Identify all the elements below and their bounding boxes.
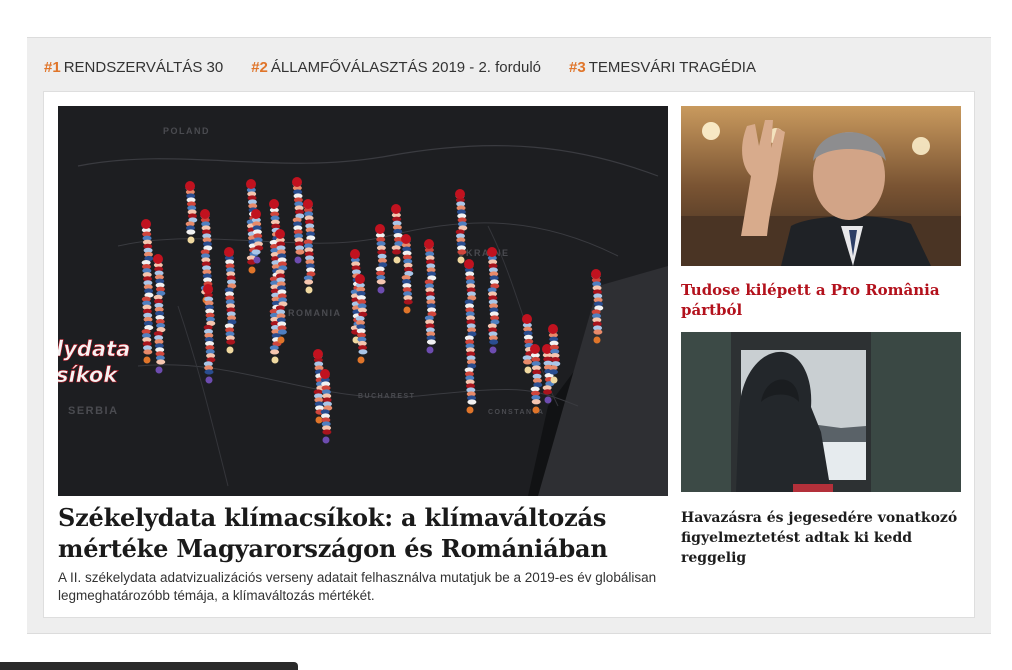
stripe-disc: [295, 249, 305, 255]
image-overlay-line2: síkok: [58, 363, 119, 387]
stripe-disc: [523, 359, 532, 365]
stripe-top: [591, 269, 601, 279]
stripe-disc: [593, 329, 603, 335]
trending-link-2[interactable]: #2 ÁLLAMFŐVÁLASZTÁS 2019 - 2. forduló: [251, 59, 541, 76]
featured-panel: #1 RENDSZERVÁLTÁS 30 #2 ÁLLAMFŐVÁLASZTÁS 2…: [27, 37, 991, 634]
stripe-disc: [304, 279, 314, 285]
stripe-disc: [549, 369, 558, 375]
main-article-image[interactable]: POLAND UKRAINE ROMANIA SERBIA BUCHAREST …: [58, 106, 668, 496]
stripe-top: [401, 234, 411, 244]
stripe-base: [155, 366, 163, 374]
stripe-disc: [251, 249, 261, 255]
stripe-disc: [226, 339, 236, 345]
map-label-poland: POLAND: [163, 126, 210, 136]
stripe-top: [355, 274, 365, 284]
stripe-top: [153, 254, 163, 264]
stripe-top: [320, 369, 330, 379]
stripe-base: [248, 266, 256, 274]
stripe-top: [200, 209, 210, 219]
main-article-lead: A II. székelydata adatvizualizációs vers…: [58, 570, 657, 603]
stripe-base: [544, 396, 552, 404]
stripe-disc: [277, 329, 287, 335]
stripe-base: [403, 306, 411, 314]
stripe-disc: [376, 279, 386, 285]
stripe-top: [224, 247, 234, 257]
stripe-base: [489, 346, 497, 354]
stripe-top: [246, 179, 256, 189]
stripe-top: [455, 189, 465, 199]
stripe-disc: [543, 389, 552, 395]
stripe-disc: [467, 399, 477, 405]
image-overlay-line1: lydata: [58, 337, 130, 361]
stripe-top: [464, 259, 474, 269]
stripe-top: [391, 204, 401, 214]
trending-bar: #1 RENDSZERVÁLTÁS 30 #2 ÁLLAMFŐVÁLASZTÁS 2…: [44, 56, 756, 78]
stripe-base: [457, 256, 465, 264]
stripe-base: [532, 406, 540, 414]
stripe-base: [393, 256, 401, 264]
stripe-base: [357, 356, 365, 364]
stripe-base: [377, 286, 385, 294]
stripe-base: [466, 406, 474, 414]
stripe-top: [424, 239, 434, 249]
side-article-2-image[interactable]: [681, 332, 961, 492]
stripe-top: [251, 209, 261, 219]
stripe-top: [303, 199, 313, 209]
stripe-base: [524, 366, 532, 374]
stripe-top: [313, 349, 323, 359]
stripe-top: [375, 224, 385, 234]
stripe-top: [141, 219, 151, 229]
stripe-top: [269, 199, 279, 209]
stripe-disc: [392, 249, 401, 255]
stripe-disc: [156, 359, 166, 365]
side-article-1-image[interactable]: [681, 106, 961, 266]
stripe-base: [187, 236, 195, 244]
map-label-bucharest: BUCHAREST: [358, 393, 415, 400]
stripe-disc: [489, 339, 499, 345]
map-label-serbia: SERBIA: [68, 405, 119, 417]
stripe-base: [271, 356, 279, 364]
main-article-title[interactable]: Székelydata klímacsíkok: a klímaváltozás…: [58, 502, 658, 564]
side-article-2-title[interactable]: Havazásra és jegesedére vonatkozó figyel…: [681, 508, 961, 568]
stripe-base: [277, 336, 285, 344]
stripe-base: [205, 376, 213, 384]
stripe-disc: [204, 369, 214, 375]
side-article-1-title[interactable]: Tudose kilépett a Pro România pártból: [681, 280, 961, 320]
bottom-scroll-bar[interactable]: [0, 662, 298, 670]
stripe-disc: [531, 399, 541, 405]
map-label-romania: ROMANIA: [288, 308, 342, 318]
stripe-disc: [143, 349, 153, 355]
stripe-base: [253, 256, 261, 264]
stripe-top: [548, 324, 558, 334]
stripe-top: [542, 344, 552, 354]
stripe-disc: [426, 339, 436, 345]
stripe-disc: [403, 299, 413, 305]
stripe-top: [292, 177, 302, 187]
stripe-top: [487, 247, 497, 257]
stripe-top: [350, 249, 360, 259]
stripe-base: [593, 336, 601, 344]
stripe-base: [226, 346, 234, 354]
trending-link-1[interactable]: #1 RENDSZERVÁLTÁS 30: [44, 59, 223, 76]
stripe-base: [322, 436, 330, 444]
stripe-base: [143, 356, 151, 364]
trending-link-3[interactable]: #3 TEMESVÁRI TRAGÉDIA: [569, 59, 756, 76]
stripe-top: [530, 344, 540, 354]
stripe-disc: [322, 429, 332, 435]
stripe-top: [203, 284, 213, 294]
stripe-top: [275, 229, 285, 239]
stripe-top: [185, 181, 195, 191]
stripe-disc: [457, 249, 467, 255]
featured-card: POLAND UKRAINE ROMANIA SERBIA BUCHAREST …: [43, 91, 975, 618]
stripe-disc: [270, 349, 280, 355]
stripe-disc: [186, 229, 196, 235]
stripe-base: [550, 376, 558, 384]
stripe-disc: [358, 349, 368, 355]
stripe-base: [426, 346, 434, 354]
stripe-top: [522, 314, 532, 324]
stripe-base: [305, 286, 313, 294]
stripe-base: [294, 256, 302, 264]
